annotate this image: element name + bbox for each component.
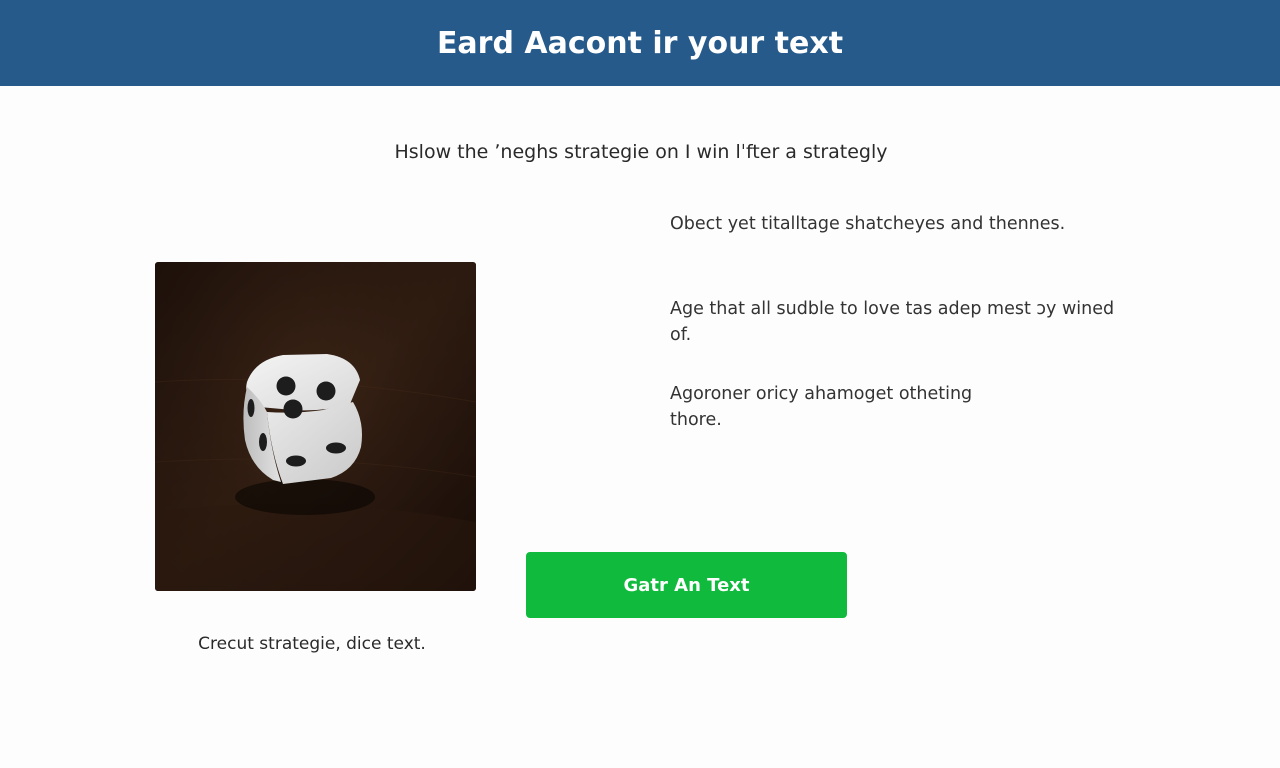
image-caption: Crecut strategie, dice text. xyxy=(198,634,426,654)
dice-photo xyxy=(155,262,476,591)
page-title: Eard Aacont ir your text xyxy=(436,25,844,61)
description-paragraph: Agoroner oricy ahamoget otheting thore. xyxy=(670,384,973,430)
header-bar: Eard Aacont ir your text xyxy=(0,0,1280,86)
get-text-button[interactable]: Gatr An Text xyxy=(526,552,847,618)
subtitle: Hslow the ʼneghs strategie on I win lˈft… xyxy=(394,141,888,163)
description-paragraph: Age that all sudble to love tas adep mes… xyxy=(670,299,1115,345)
description-paragraph: Obect yet titalltage shatcheyes and then… xyxy=(670,214,1066,234)
dice-icon xyxy=(155,262,476,591)
